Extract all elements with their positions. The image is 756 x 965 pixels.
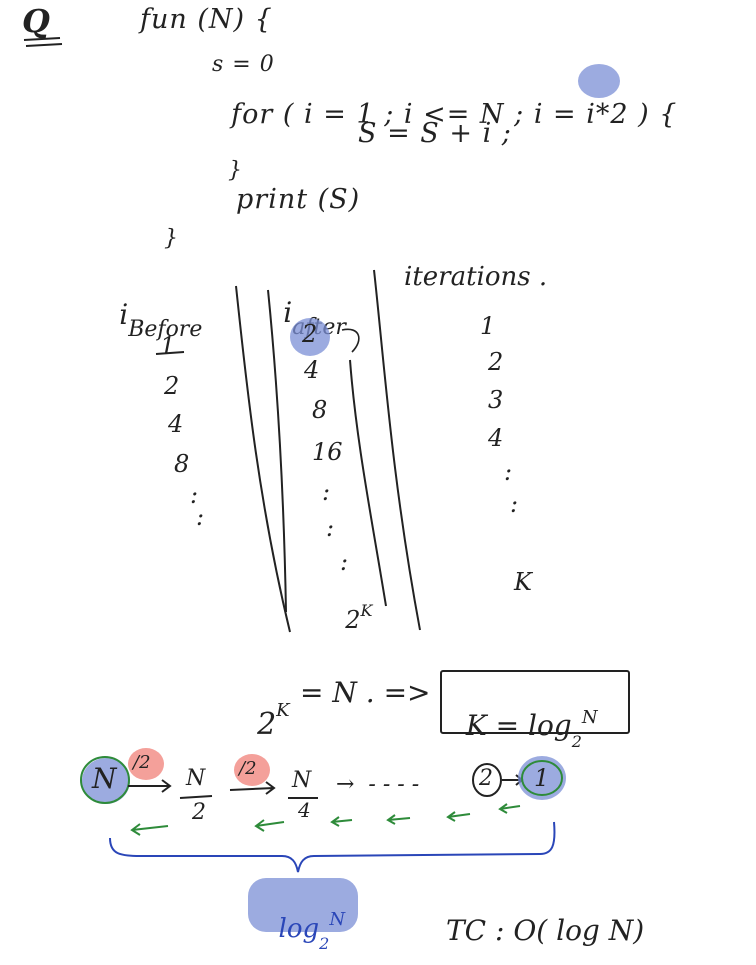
time-complexity: TC : O( log N): [446, 914, 645, 947]
brace-label-n: N: [329, 909, 346, 930]
blue-brace: [109, 821, 556, 873]
brace-label-base: 2: [319, 934, 330, 953]
brace-label-log: log: [278, 914, 320, 944]
brace-label: log2 N: [262, 884, 346, 953]
